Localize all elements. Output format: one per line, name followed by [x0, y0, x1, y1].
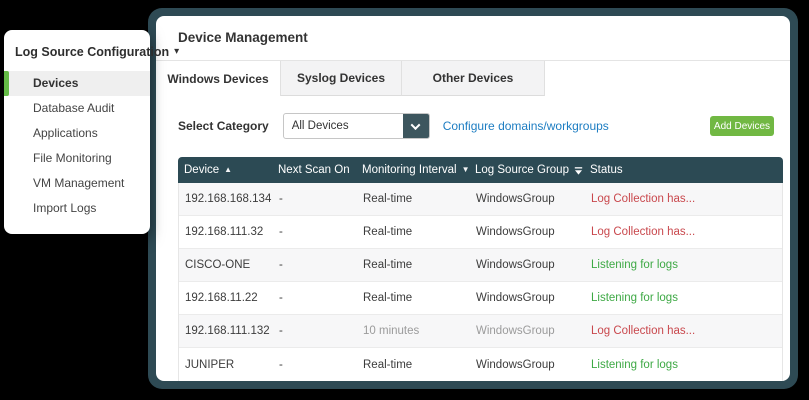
interval-cell: Real-time [363, 359, 476, 371]
caret-down-icon: ▾ [174, 47, 179, 57]
group-cell: WindowsGroup [476, 292, 591, 304]
interval-cell: Real-time [363, 193, 476, 205]
interval-cell: Real-time [363, 292, 476, 304]
column-label: Next Scan On [278, 164, 350, 176]
group-cell: WindowsGroup [476, 359, 591, 371]
log-source-config-panel: Log Source Configuration ▾ Devices Datab… [4, 30, 150, 234]
table-toolbar: Select Category All Devices Configure do… [178, 111, 774, 141]
status-text: Listening for logs [591, 292, 782, 304]
column-header-status[interactable]: Status [590, 164, 783, 176]
column-label: Device [184, 164, 219, 176]
status-text: Listening for logs [591, 359, 782, 371]
column-label: Log Source Group [475, 164, 569, 176]
sidebar-item-label: Devices [33, 76, 78, 90]
interval-cell: 10 minutes [363, 325, 476, 337]
chevron-down-icon[interactable] [403, 113, 429, 139]
sidebar-item-label: File Monitoring [33, 151, 112, 165]
device-cell: CISCO-ONE [179, 259, 279, 271]
sidebar-item-label: Import Logs [33, 201, 96, 215]
tab-windows-devices[interactable]: Windows Devices [156, 61, 281, 96]
device-cell: 192.168.11.22 [179, 292, 279, 304]
next-scan-cell: - [279, 359, 363, 371]
group-cell: WindowsGroup [476, 226, 591, 238]
interval-cell: Real-time [363, 226, 476, 238]
devices-table: Device ▲ Next Scan On Monitoring Interva… [178, 158, 783, 381]
sidebar-item-devices[interactable]: Devices [4, 71, 150, 96]
page-title: Device Management [178, 30, 308, 45]
device-management-card: Device Management Windows Devices Syslog… [156, 16, 790, 381]
device-management-window: Device Management Windows Devices Syslog… [148, 8, 798, 389]
sidebar-item-label: Database Audit [33, 101, 114, 115]
filter-icon[interactable] [574, 166, 583, 175]
next-scan-cell: - [279, 193, 363, 205]
status-text[interactable]: Log Collection has... [591, 193, 782, 205]
sidebar-item-label: VM Management [33, 176, 124, 190]
next-scan-cell: - [279, 226, 363, 238]
devices-table-header: Device ▲ Next Scan On Monitoring Interva… [178, 157, 783, 183]
device-cell: JUNIPER [179, 359, 279, 371]
log-source-config-label: Log Source Configuration [15, 45, 169, 59]
status-text[interactable]: Log Collection has... [591, 226, 782, 238]
next-scan-cell: - [279, 259, 363, 271]
sidebar-item-applications[interactable]: Applications [4, 121, 150, 146]
column-header-monitoring-interval[interactable]: Monitoring Interval ▼ [362, 164, 475, 176]
table-row[interactable]: 192.168.111.32 - Real-time WindowsGroup … [179, 216, 782, 249]
column-label: Status [590, 164, 623, 176]
tab-syslog-devices[interactable]: Syslog Devices [281, 61, 402, 96]
status-text[interactable]: Log Collection has... [591, 325, 782, 337]
sidebar-item-database-audit[interactable]: Database Audit [4, 96, 150, 121]
screen: Log Source Configuration ▾ Devices Datab… [0, 0, 809, 400]
category-select-value: All Devices [284, 120, 403, 132]
device-cell: 192.168.111.132 [179, 325, 279, 337]
column-header-next-scan-on[interactable]: Next Scan On [278, 164, 362, 176]
table-row[interactable]: 192.168.11.22 - Real-time WindowsGroup L… [179, 282, 782, 315]
sidebar-item-file-monitoring[interactable]: File Monitoring [4, 146, 150, 171]
category-select[interactable]: All Devices [283, 113, 430, 139]
log-source-config-dropdown[interactable]: Log Source Configuration ▾ [4, 30, 150, 68]
sidebar-menu: Devices Database Audit Applications File… [4, 68, 150, 221]
sidebar-item-vm-management[interactable]: VM Management [4, 171, 150, 196]
group-cell: WindowsGroup [476, 325, 591, 337]
next-scan-cell: - [279, 292, 363, 304]
group-cell: WindowsGroup [476, 193, 591, 205]
device-tabs: Windows Devices Syslog Devices Other Dev… [156, 60, 790, 95]
group-cell: WindowsGroup [476, 259, 591, 271]
status-text: Listening for logs [591, 259, 782, 271]
table-row[interactable]: JUNIPER - Real-time WindowsGroup Listeni… [179, 348, 782, 381]
sidebar-item-import-logs[interactable]: Import Logs [4, 196, 150, 221]
column-header-device[interactable]: Device ▲ [178, 164, 278, 176]
table-row[interactable]: CISCO-ONE - Real-time WindowsGroup Liste… [179, 249, 782, 282]
device-cell: 192.168.168.134 [179, 193, 279, 205]
sort-asc-icon[interactable]: ▲ [224, 166, 232, 174]
configure-domains-link[interactable]: Configure domains/workgroups [443, 119, 609, 133]
next-scan-cell: - [279, 325, 363, 337]
add-devices-button[interactable]: Add Devices [710, 116, 774, 136]
interval-cell: Real-time [363, 259, 476, 271]
column-label: Monitoring Interval [362, 164, 457, 176]
table-row[interactable]: 192.168.168.134 - Real-time WindowsGroup… [179, 183, 782, 216]
sidebar-item-label: Applications [33, 126, 98, 140]
column-header-log-source-group[interactable]: Log Source Group [475, 164, 590, 176]
sort-desc-icon[interactable]: ▼ [462, 166, 470, 174]
device-cell: 192.168.111.32 [179, 226, 279, 238]
table-row[interactable]: 192.168.111.132 - 10 minutes WindowsGrou… [179, 315, 782, 348]
select-category-label: Select Category [178, 119, 269, 133]
tab-other-devices[interactable]: Other Devices [402, 61, 545, 96]
